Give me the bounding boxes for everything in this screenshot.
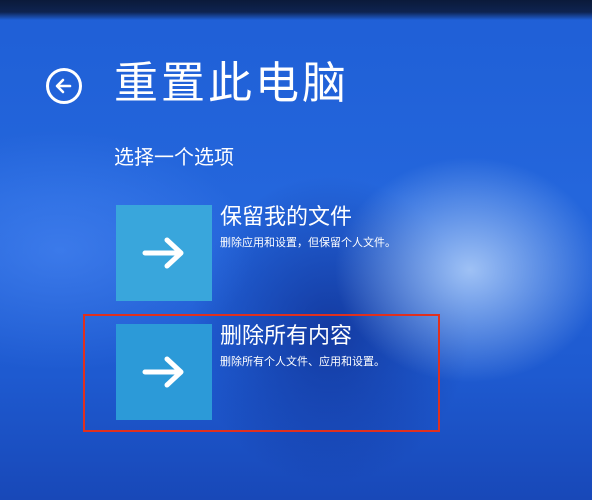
arrow-right-icon [139,233,189,273]
keep-my-files-option[interactable]: 保留我的文件 删除应用和设置，但保留个人文件。 [116,205,436,301]
option-title: 保留我的文件 [220,205,353,230]
page-title: 重置此电脑 [114,58,349,109]
highlight-annotation-box [83,314,440,432]
screen-top-edge [0,0,592,20]
back-button[interactable] [46,68,82,104]
option-tile [116,205,212,301]
option-description: 删除应用和设置，但保留个人文件。 [220,236,396,249]
page-subtitle: 选择一个选项 [114,145,234,169]
back-arrow-icon [54,76,74,96]
